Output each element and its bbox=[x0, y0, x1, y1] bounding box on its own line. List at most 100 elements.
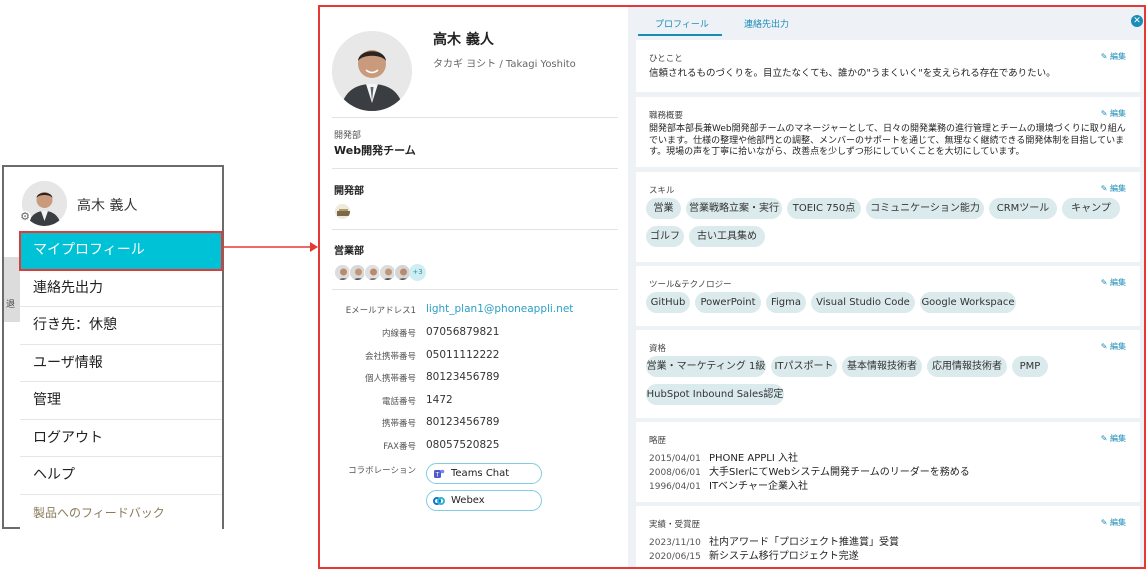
edit-button[interactable]: ✎ 編集 bbox=[1101, 108, 1126, 119]
profile-kana: タカギ ヨシト / Takagi Yoshito bbox=[433, 59, 576, 70]
cert-chip[interactable]: 基本情報技術者 bbox=[842, 356, 922, 377]
callout-arrow-icon bbox=[224, 242, 318, 252]
menu-list: マイプロフィール 連絡先出力 行き先：休憩 ユーザ情報 管理 ログアウト ヘルプ… bbox=[19, 231, 223, 533]
edit-button[interactable]: ✎ 編集 bbox=[1101, 51, 1126, 62]
menu-item-destination-break[interactable]: 行き先：休憩 bbox=[20, 307, 222, 345]
tab-profile[interactable]: プロフィール bbox=[655, 17, 709, 30]
skill-chip[interactable]: キャンプ bbox=[1062, 198, 1120, 219]
tool-chip[interactable]: Visual Studio Code bbox=[811, 292, 915, 313]
profile-card: 高木 義人 タカギ ヨシト / Takagi Yoshito 開発部 Web開発… bbox=[320, 7, 626, 567]
award-row: 2023/11/10 社内アワード「プロジェクト推進賞」受賞 bbox=[649, 533, 899, 548]
field-label: 個人携帯番号 bbox=[364, 374, 416, 384]
pencil-icon: ✎ bbox=[1100, 109, 1108, 118]
profile-detail: プロフィール 連絡先出力 ✕ ひとこと ✎ 編集 信頼されるものづくりを。目立た… bbox=[628, 7, 1144, 567]
skill-chip[interactable]: ゴルフ bbox=[646, 226, 684, 247]
cert-chip[interactable]: ITパスポート bbox=[771, 356, 837, 377]
history-row: 2015/04/01 PHONE APPLI 入社 bbox=[649, 449, 798, 464]
field-value: 1472 bbox=[426, 394, 453, 406]
edit-button[interactable]: ✎ 編集 bbox=[1101, 341, 1126, 352]
webex-icon bbox=[433, 497, 445, 505]
menu-header: ⚙ 高木 義人 bbox=[4, 167, 222, 231]
field-label: 電話番号 bbox=[381, 397, 416, 407]
skill-chip[interactable]: CRMツール bbox=[989, 198, 1057, 219]
edit-label: 編集 bbox=[1110, 52, 1126, 61]
email-link[interactable]: light_plan1@phoneappli.net bbox=[426, 303, 573, 315]
award-row: 2020/06/15 新システム移行プロジェクト完遂 bbox=[649, 547, 859, 562]
profile-photo bbox=[332, 31, 412, 111]
menu-item-user-info[interactable]: ユーザ情報 bbox=[20, 345, 222, 382]
skill-chip[interactable]: コミュニケーション能力 bbox=[866, 198, 984, 219]
tool-chip[interactable]: Google Workspace bbox=[920, 292, 1016, 313]
skill-chip[interactable]: 営業 bbox=[646, 198, 681, 219]
more-members-badge[interactable]: +3 bbox=[409, 264, 426, 281]
active-tab-indicator bbox=[638, 34, 722, 36]
hitokoto-text: 信頼されるものづくりを。目立たなくても、誰かの"うまくいく"を支えられる存在であ… bbox=[649, 68, 1056, 79]
cert-chip[interactable]: HubSpot Inbound Sales認定 bbox=[646, 384, 784, 405]
section-job-summary: 職務概要 ✎ 編集 開発部本部長兼Web開発部チームのマネージャーとして、日々の… bbox=[636, 97, 1140, 167]
edit-button[interactable]: ✎ 編集 bbox=[1101, 183, 1126, 194]
pencil-icon: ✎ bbox=[1100, 52, 1108, 61]
team-photo-icon bbox=[335, 204, 350, 219]
webex-button[interactable]: Webex bbox=[426, 490, 542, 511]
section-title: ツール&テクノロジー bbox=[649, 280, 732, 290]
edit-label: 編集 bbox=[1110, 434, 1126, 443]
close-icon[interactable]: ✕ bbox=[1131, 15, 1143, 27]
job-line: す。現場の声を丁寧に拾いながら、改善点を少しずつ形にしていくことを大切にしていま… bbox=[649, 147, 1025, 157]
field-label: 携帯番号 bbox=[381, 419, 416, 429]
pencil-icon: ✎ bbox=[1100, 434, 1108, 443]
section-title: 略歴 bbox=[649, 436, 667, 446]
tool-chip[interactable]: Figma bbox=[766, 292, 806, 313]
skill-chip[interactable]: 営業戦略立案・実行 bbox=[686, 198, 782, 219]
gear-icon[interactable]: ⚙ bbox=[19, 211, 31, 223]
skill-chip[interactable]: 古い工具集め bbox=[689, 226, 765, 247]
edit-label: 編集 bbox=[1110, 184, 1126, 193]
field-label: 内線番号 bbox=[381, 329, 416, 339]
tool-chip[interactable]: PowerPoint bbox=[695, 292, 761, 313]
teams-chat-button[interactable]: T Teams Chat bbox=[426, 463, 542, 484]
cert-chip[interactable]: PMP bbox=[1012, 356, 1048, 377]
menu-item-admin[interactable]: 管理 bbox=[20, 382, 222, 420]
section-title: 資格 bbox=[649, 344, 667, 354]
profile-panel: 高木 義人 タカギ ヨシト / Takagi Yoshito 開発部 Web開発… bbox=[318, 5, 1146, 569]
group-icon[interactable] bbox=[334, 203, 351, 220]
section-title: スキル bbox=[649, 186, 675, 196]
field-personal-mobile: 個人携帯番号 80123456789 bbox=[320, 371, 626, 388]
user-menu-dropdown: ⚙ 高木 義人 退 マイプロフィール 連絡先出力 行き先：休憩 ユーザ情報 管理… bbox=[2, 165, 224, 533]
history-date: 1996/04/01 bbox=[649, 482, 701, 492]
section-title: 実績・受賞歴 bbox=[649, 520, 701, 530]
webex-label: Webex bbox=[451, 495, 485, 506]
cert-chip[interactable]: 応用情報技術者 bbox=[927, 356, 1007, 377]
menu-item-my-profile[interactable]: マイプロフィール bbox=[19, 231, 223, 271]
field-label: FAX番号 bbox=[383, 442, 416, 452]
divider bbox=[332, 117, 618, 118]
edit-button[interactable]: ✎ 編集 bbox=[1101, 433, 1126, 444]
field-label: Eメールアドレス1 bbox=[345, 306, 416, 316]
person-photo-icon bbox=[332, 31, 412, 111]
history-row: 1996/04/01 ITベンチャー企業入社 bbox=[649, 477, 808, 492]
cert-chip[interactable]: 営業・マーケティング 1級 bbox=[646, 356, 766, 377]
skill-chip[interactable]: TOEIC 750点 bbox=[787, 198, 861, 219]
menu-item-help[interactable]: ヘルプ bbox=[20, 457, 222, 495]
section-awards: 実績・受賞歴 ✎ 編集 2023/11/10 社内アワード「プロジェクト推進賞」受… bbox=[636, 506, 1140, 567]
tool-chip[interactable]: GitHub bbox=[646, 292, 690, 313]
menu-user-name: 高木 義人 bbox=[77, 198, 138, 214]
divider bbox=[332, 168, 618, 169]
job-line: 開発部本部長兼Web開発部チームのマネージャーとして、日々の開発業務の進行管理と… bbox=[649, 124, 1126, 134]
svg-text:T: T bbox=[435, 472, 440, 479]
edit-button[interactable]: ✎ 編集 bbox=[1101, 277, 1126, 288]
edit-button[interactable]: ✎ 編集 bbox=[1101, 517, 1126, 528]
field-phone: 電話番号 1472 bbox=[320, 394, 626, 411]
field-fax: FAX番号 08057520825 bbox=[320, 439, 626, 456]
menu-item-contact-export[interactable]: 連絡先出力 bbox=[20, 270, 222, 307]
menu-item-feedback[interactable]: 製品へのフィードバック bbox=[20, 495, 222, 533]
section-history: 略歴 ✎ 編集 2015/04/01 PHONE APPLI 入社 2008/06… bbox=[636, 422, 1140, 502]
edit-label: 編集 bbox=[1110, 278, 1126, 287]
menu-item-logout[interactable]: ログアウト bbox=[20, 420, 222, 457]
pencil-icon: ✎ bbox=[1100, 342, 1108, 351]
award-date: 2020/06/15 bbox=[649, 552, 701, 562]
tab-contact-export[interactable]: 連絡先出力 bbox=[744, 17, 789, 30]
section-tools: ツール&テクノロジー ✎ 編集 GitHub PowerPoint Figma … bbox=[636, 266, 1140, 326]
field-extension: 内線番号 07056879821 bbox=[320, 326, 626, 343]
field-value: 05011112222 bbox=[426, 349, 500, 361]
edit-label: 編集 bbox=[1110, 518, 1126, 527]
